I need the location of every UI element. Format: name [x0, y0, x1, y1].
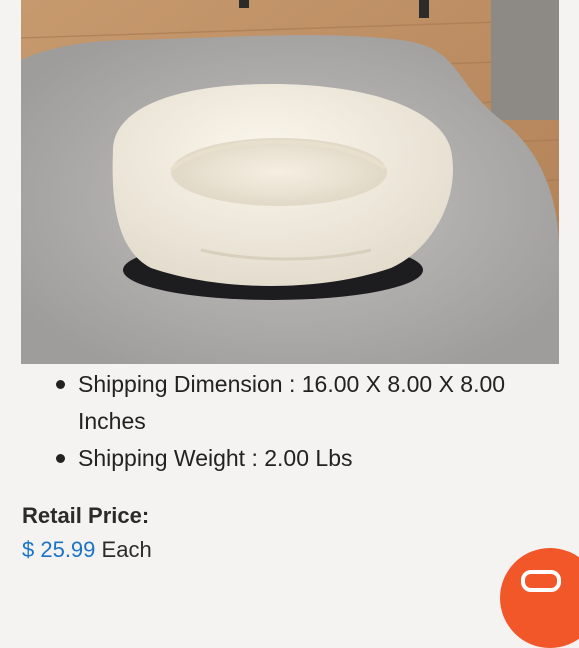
product-specs-list: Shipping Dimension : 16.00 X 8.00 X 8.00… — [52, 366, 552, 477]
spec-shipping-dimension: Shipping Dimension : 16.00 X 8.00 X 8.00… — [52, 366, 552, 440]
price-unit: Each — [101, 537, 152, 562]
chat-button[interactable] — [500, 548, 579, 648]
price-value: $ 25.99 — [22, 537, 96, 562]
product-image — [21, 0, 559, 364]
retail-price-label: Retail Price: — [22, 503, 150, 528]
chat-bubble-icon — [521, 570, 561, 592]
spec-shipping-weight: Shipping Weight : 2.00 Lbs — [52, 440, 552, 477]
price-row: $ 25.99 Each — [22, 537, 152, 563]
